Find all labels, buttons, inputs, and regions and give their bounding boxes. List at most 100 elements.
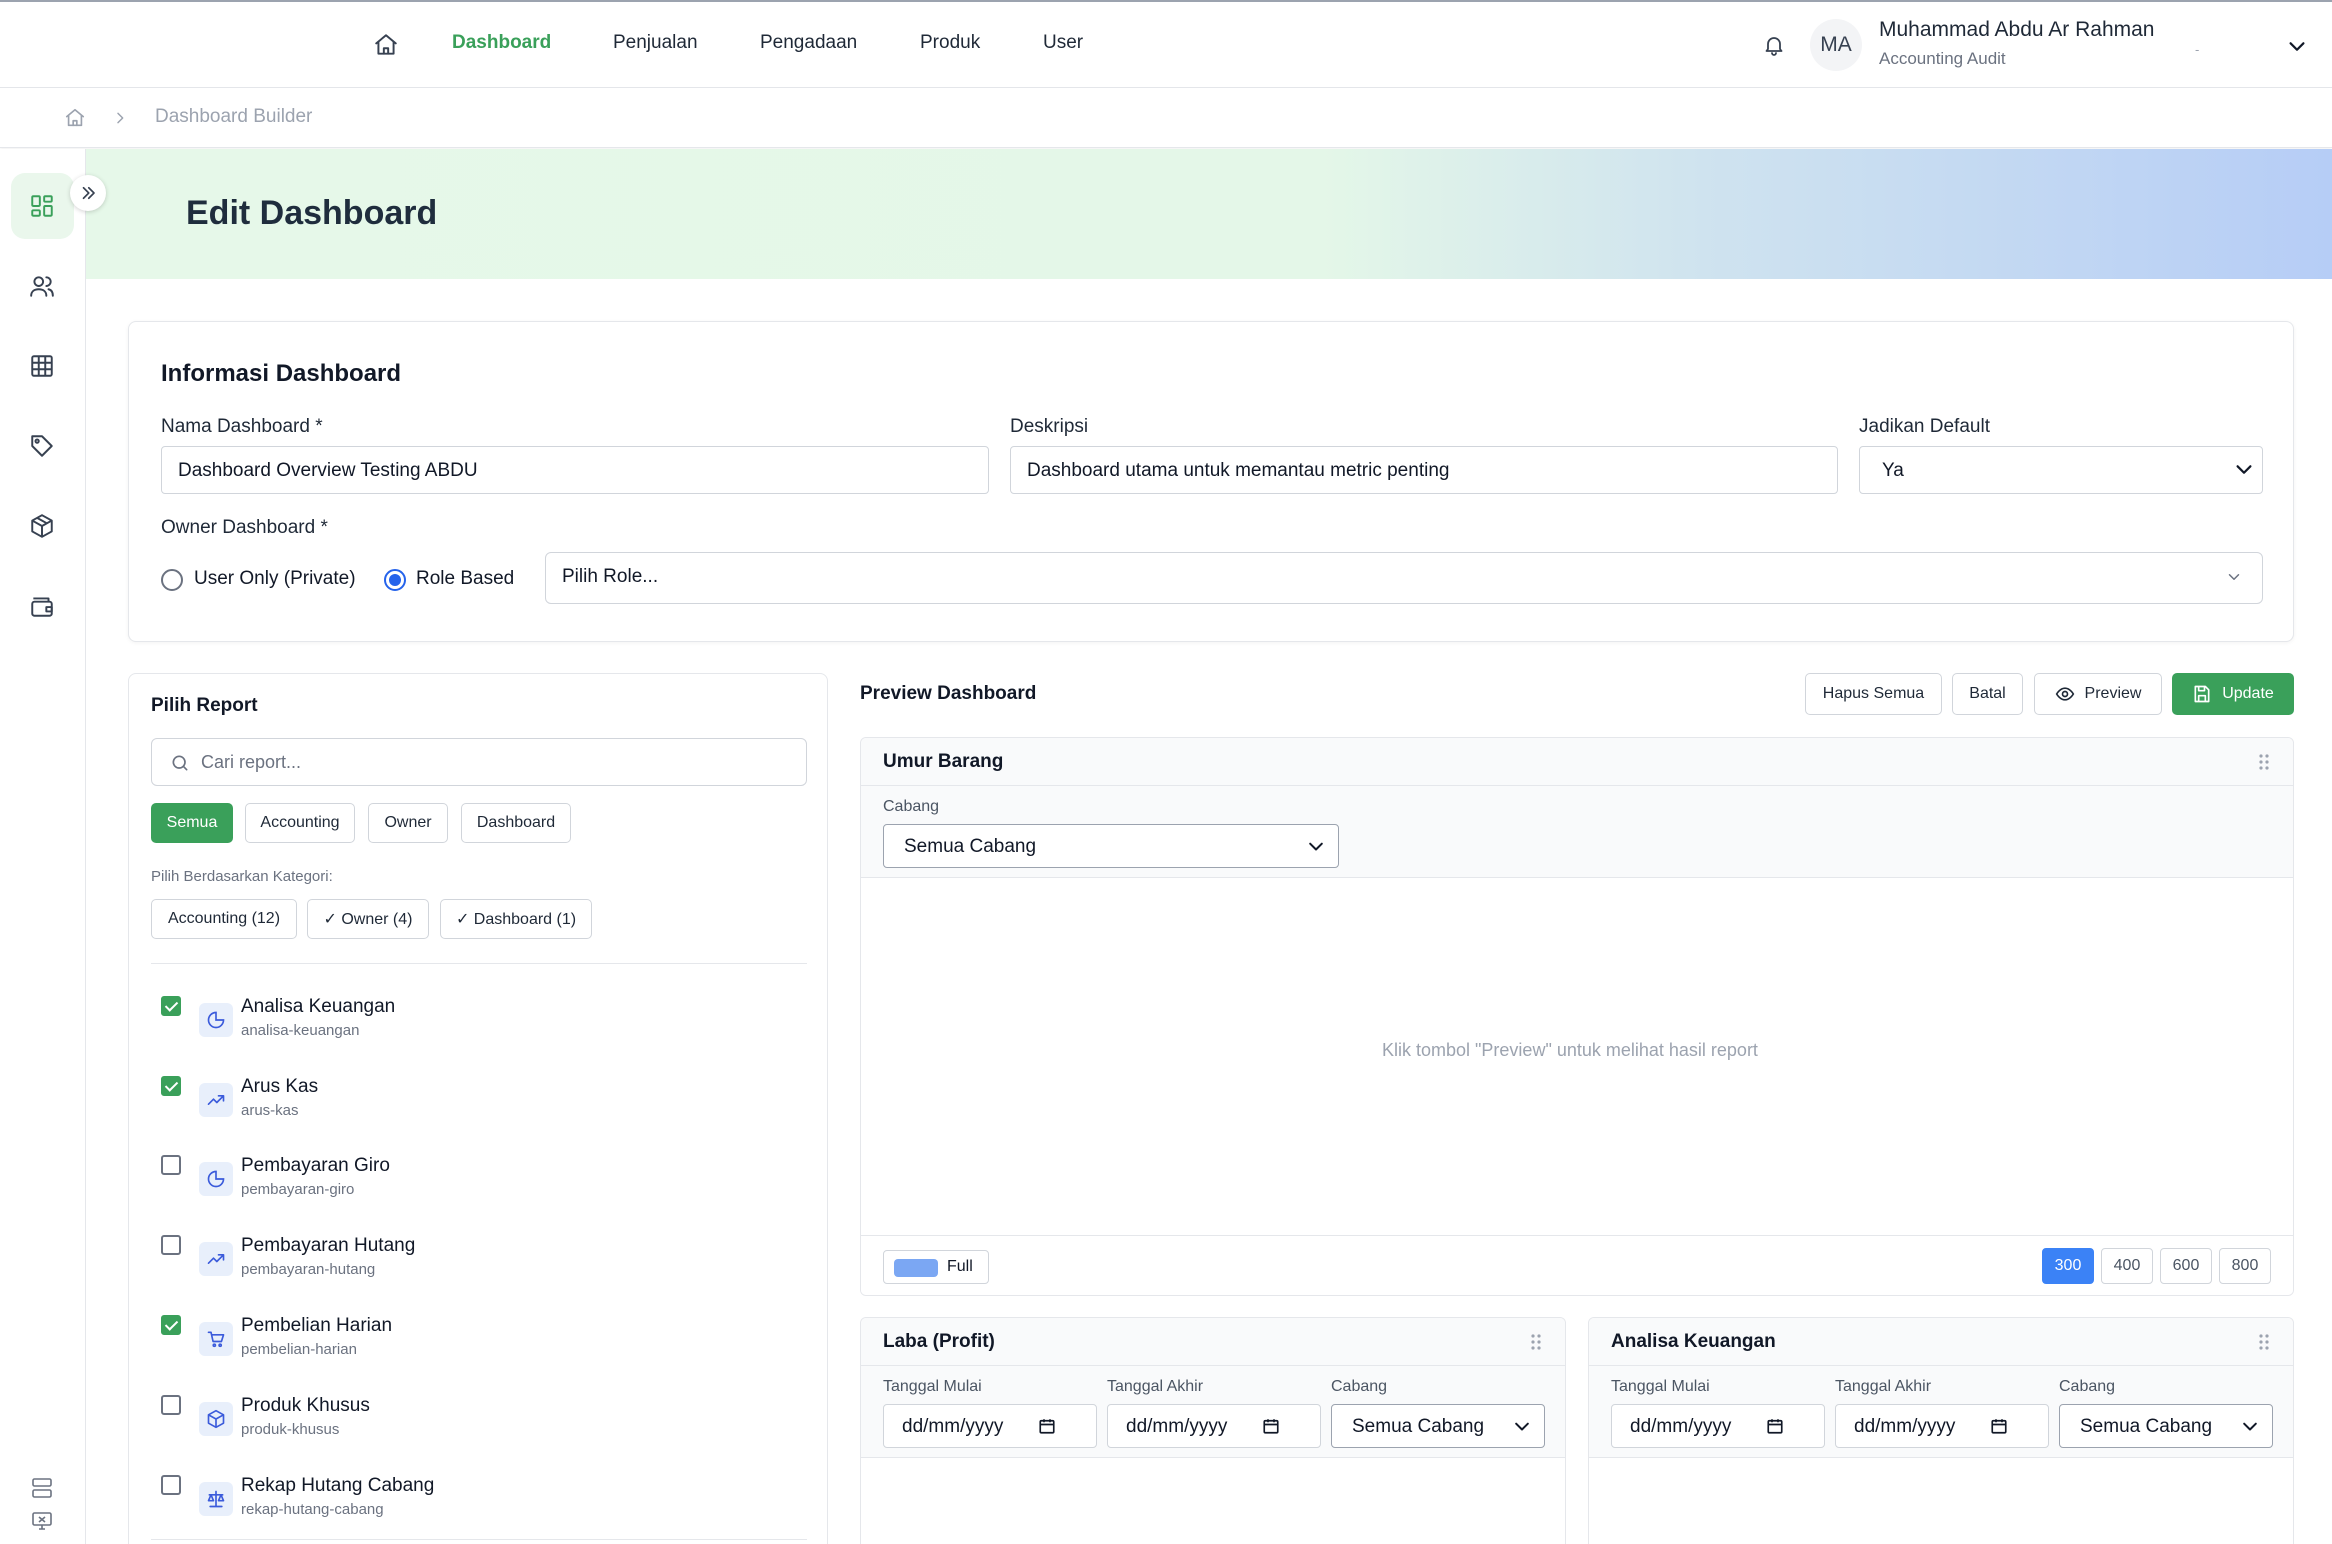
chevron-down-icon — [2233, 459, 2255, 481]
top-navbar: Dashboard Penjualan Pengadaan Produk Use… — [0, 0, 2332, 88]
start-date-value: dd/mm/yyyy — [902, 1416, 1004, 1437]
start-date-label: Tanggal Mulai — [883, 1378, 982, 1395]
start-date-input[interactable]: dd/mm/yyyy — [883, 1404, 1097, 1448]
chevron-down-icon — [2225, 568, 2243, 586]
user-name: Muhammad Abdu Ar Rahman — [1879, 18, 2155, 41]
category-owner[interactable]: ✓ Owner (4) — [307, 899, 429, 939]
widget-title: Laba (Profit) — [883, 1331, 995, 1352]
category-dashboard[interactable]: ✓ Dashboard (1) — [440, 899, 592, 939]
tab-owner[interactable]: Owner — [368, 803, 448, 843]
owner-role-label[interactable]: Role Based — [416, 568, 514, 590]
role-select[interactable]: Pilih Role... — [545, 552, 2263, 604]
calendar-icon[interactable] — [1766, 1417, 1784, 1435]
report-search-input[interactable]: Cari report... — [151, 738, 807, 786]
report-checkbox[interactable] — [161, 1155, 181, 1175]
branch-select[interactable]: Semua Cabang — [2059, 1404, 2273, 1448]
owner-private-radio[interactable] — [161, 569, 183, 591]
widget-header[interactable]: Umur Barang — [861, 738, 2293, 786]
tab-accounting[interactable]: Accounting — [245, 803, 355, 843]
chevron-down-icon[interactable] — [2286, 36, 2308, 58]
calendar-icon[interactable] — [1262, 1417, 1280, 1435]
owner-private-label[interactable]: User Only (Private) — [194, 568, 356, 590]
end-date-input[interactable]: dd/mm/yyyy — [1107, 1404, 1321, 1448]
table-icon[interactable] — [25, 349, 59, 383]
tab-dashboard[interactable]: Dashboard — [461, 803, 571, 843]
search-icon — [170, 753, 190, 773]
full-width-swatch — [894, 1259, 938, 1277]
preview-button[interactable]: Preview — [2034, 673, 2162, 715]
report-slug: pembelian-harian — [241, 1341, 357, 1358]
dashboard-grid-icon[interactable] — [25, 189, 59, 223]
update-button[interactable]: Update — [2172, 673, 2294, 715]
report-checkbox[interactable] — [161, 1315, 181, 1335]
report-checkbox[interactable] — [161, 1076, 181, 1096]
category-label: Pilih Berdasarkan Kategori: — [151, 868, 333, 885]
report-checkbox[interactable] — [161, 1395, 181, 1415]
branch-select[interactable]: Semua Cabang — [1331, 1404, 1545, 1448]
default-select-value: Ya — [1882, 460, 1904, 481]
picker-title: Pilih Report — [151, 695, 258, 716]
start-date-input[interactable]: dd/mm/yyyy — [1611, 1404, 1825, 1448]
page-title: Edit Dashboard — [186, 194, 438, 232]
report-title: Produk Khusus — [241, 1395, 370, 1416]
calendar-icon[interactable] — [1990, 1417, 2008, 1435]
sidebar-toggle-button[interactable] — [70, 175, 106, 211]
drag-handle-icon[interactable] — [1527, 1332, 1545, 1352]
layout-icon[interactable] — [30, 1476, 54, 1500]
branch-select[interactable]: Semua Cabang — [883, 824, 1339, 868]
user-extra: - — [2195, 42, 2200, 57]
nav-produk[interactable]: Produk — [920, 32, 980, 54]
owner-role-radio[interactable] — [384, 569, 406, 591]
branch-select-value: Semua Cabang — [2080, 1416, 2213, 1437]
full-width-toggle[interactable]: Full — [883, 1250, 989, 1284]
nav-pengadaan[interactable]: Pengadaan — [760, 32, 857, 54]
home-icon[interactable] — [373, 32, 399, 58]
cancel-button[interactable]: Batal — [1952, 673, 2023, 715]
size-button-300[interactable]: 300 — [2042, 1248, 2094, 1284]
widget-filters: Cabang Semua Cabang — [861, 786, 2293, 878]
box-icon[interactable] — [25, 509, 59, 543]
widget-filters: Tanggal Mulai dd/mm/yyyy Tanggal Akhir d… — [1589, 1366, 2293, 1458]
home-icon[interactable] — [64, 107, 86, 129]
end-date-label: Tanggal Akhir — [1107, 1378, 1204, 1395]
drag-handle-icon[interactable] — [2255, 1332, 2273, 1352]
default-label: Jadikan Default — [1859, 416, 1990, 437]
category-accounting[interactable]: Accounting (12) — [151, 899, 297, 939]
owner-label: Owner Dashboard * — [161, 517, 328, 538]
nav-user[interactable]: User — [1043, 32, 1083, 54]
tab-semua[interactable]: Semua — [151, 803, 233, 843]
report-checkbox[interactable] — [161, 1235, 181, 1255]
avatar[interactable]: MA — [1810, 19, 1862, 71]
tag-icon[interactable] — [25, 429, 59, 463]
monitor-icon[interactable] — [30, 1509, 54, 1533]
widget-header[interactable]: Laba (Profit) — [861, 1318, 1565, 1366]
nav-penjualan[interactable]: Penjualan — [613, 32, 698, 54]
chevron-down-icon — [1512, 1417, 1532, 1437]
report-title: Pembelian Harian — [241, 1315, 393, 1336]
chevron-right-icon — [112, 109, 128, 127]
calendar-icon[interactable] — [1038, 1417, 1056, 1435]
report-checkbox[interactable] — [161, 1475, 181, 1495]
report-checkbox[interactable] — [161, 996, 181, 1016]
default-select[interactable]: Ya — [1859, 446, 2263, 494]
drag-handle-icon[interactable] — [2255, 752, 2273, 772]
widget-analisa-keuangan: Analisa Keuangan Tanggal Mulai dd/mm/yyy… — [1588, 1317, 2294, 1544]
wallet-icon[interactable] — [25, 589, 59, 623]
end-date-input[interactable]: dd/mm/yyyy — [1835, 1404, 2049, 1448]
size-button-800[interactable]: 800 — [2219, 1248, 2271, 1284]
users-icon[interactable] — [25, 269, 59, 303]
page-header: Edit Dashboard — [86, 149, 2332, 279]
size-button-600[interactable]: 600 — [2160, 1248, 2212, 1284]
breadcrumb: Dashboard Builder — [0, 88, 2332, 148]
update-button-label: Update — [2222, 685, 2274, 702]
nav-dashboard[interactable]: Dashboard — [452, 32, 551, 54]
clear-all-button[interactable]: Hapus Semua — [1805, 673, 1942, 715]
branch-label: Cabang — [1331, 1378, 1388, 1395]
dashboard-name-field[interactable]: Dashboard Overview Testing ABDU — [161, 446, 989, 494]
chevron-down-icon — [1306, 837, 1326, 857]
pie-chart-icon — [199, 1162, 233, 1196]
size-button-400[interactable]: 400 — [2101, 1248, 2153, 1284]
widget-header[interactable]: Analisa Keuangan — [1589, 1318, 2293, 1366]
description-field[interactable]: Dashboard utama untuk memantau metric pe… — [1010, 446, 1838, 494]
bell-icon[interactable] — [1762, 32, 1786, 58]
